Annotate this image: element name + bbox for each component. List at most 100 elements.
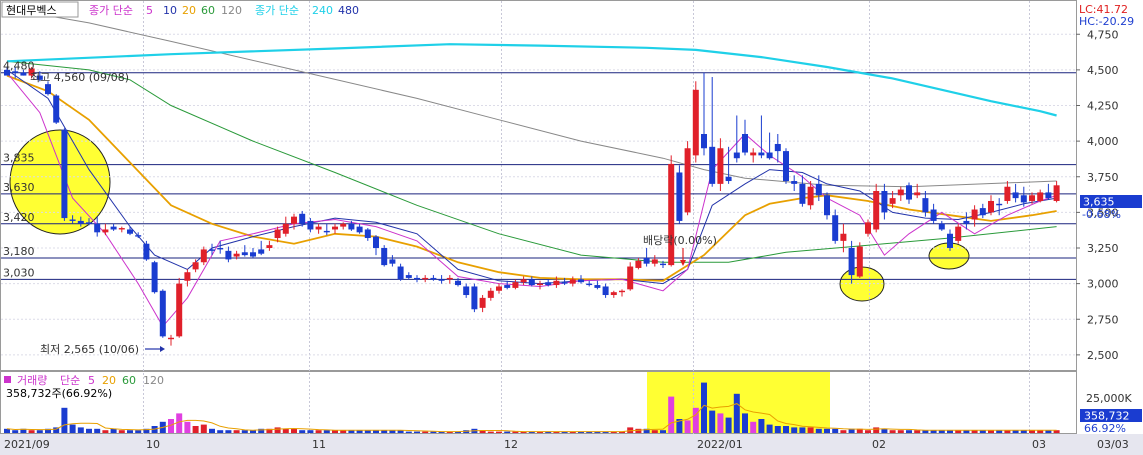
candle-body (299, 213, 306, 224)
high-annotation: 최고 4,560 (09/08) (30, 71, 129, 84)
volume-bar (692, 407, 699, 433)
volume-bar (881, 428, 888, 433)
volume-bar (824, 428, 830, 433)
candle-body (1045, 192, 1052, 199)
candle-body (496, 286, 502, 291)
candle-body (364, 229, 371, 239)
candle-body (848, 248, 855, 276)
candle-body (94, 223, 101, 233)
candle-body (504, 285, 511, 288)
volume-bar (28, 430, 35, 433)
volume-bar (12, 430, 19, 433)
date-label-12: 12 (504, 438, 518, 451)
volume-bar (118, 430, 125, 433)
candle-body (865, 222, 871, 234)
ma-period-10: 10 (163, 4, 177, 17)
volume-bar (200, 424, 207, 433)
candle-body (389, 259, 396, 264)
candle-body (537, 283, 543, 286)
volume-bar (914, 430, 921, 433)
volume-bar (504, 431, 511, 433)
candle-body (635, 260, 642, 268)
candle-body (520, 279, 527, 283)
candle-body (438, 279, 445, 281)
volume-bar (135, 430, 142, 433)
candle-body (692, 89, 699, 156)
candle-body (1004, 186, 1011, 201)
candle-body (627, 266, 634, 290)
candle-body (651, 259, 658, 264)
candle-body (266, 245, 273, 248)
volume-current: 358,732주(66.92%) (6, 387, 112, 400)
volume-bar (791, 427, 798, 433)
candle-body (315, 226, 322, 230)
candle-body (979, 208, 986, 216)
date-label-11: 11 (312, 438, 326, 451)
volume-bar (184, 421, 191, 433)
current-change: -0.68% (1082, 208, 1121, 221)
volume-bar (725, 417, 732, 433)
candle-body (332, 226, 338, 230)
volume-bar (709, 410, 716, 433)
date-label-02: 02 (872, 438, 886, 451)
volume-bar (241, 430, 248, 433)
volume-bar (742, 413, 748, 433)
candle-body (610, 292, 617, 296)
volume-bar (897, 430, 904, 433)
volume-bar (651, 430, 658, 433)
candle-body (487, 290, 494, 298)
candle-body (209, 249, 215, 251)
candle-body (660, 263, 666, 266)
candle-body (938, 223, 945, 230)
volume-bar (766, 424, 773, 433)
candle-body (528, 279, 535, 286)
ma-period-480: 480 (338, 4, 359, 17)
candle-body (873, 191, 880, 230)
candle-body (405, 275, 412, 278)
candle-body (241, 252, 248, 256)
candle-body (414, 277, 420, 280)
candle-body (143, 243, 150, 260)
candle-body (701, 134, 707, 149)
candle-body (53, 95, 60, 123)
ma-period-60: 60 (201, 4, 215, 17)
candle-body (340, 223, 347, 227)
candle-body (676, 172, 683, 221)
candle-body (684, 148, 691, 213)
volume-bar (274, 427, 281, 433)
candle-body (463, 286, 470, 296)
candle-body (291, 216, 297, 224)
volume-bar (69, 424, 76, 433)
ma-period-5: 5 (146, 4, 153, 17)
volume-bar (733, 393, 740, 433)
ma-period-20: 20 (182, 4, 196, 17)
volume-bar (192, 426, 199, 433)
stock-chart: 4,7504,5004,2504,0003,7503,5003,2503,000… (0, 0, 1143, 455)
candle-body (988, 200, 994, 213)
candle-body (742, 134, 748, 153)
left-level-label: 3,835 (3, 152, 35, 165)
candle-body (709, 146, 716, 184)
candle-body (135, 235, 142, 237)
price-tick-label: 3,250 (1087, 242, 1119, 255)
candle-body (725, 176, 732, 182)
volume-ma-60: 60 (122, 374, 136, 387)
candle-body (512, 282, 519, 288)
left-level-label: 3,180 (3, 245, 35, 258)
volume-bar (873, 427, 880, 433)
volume-bar (906, 430, 912, 433)
candle-body (225, 250, 232, 260)
left-level-label: 3,030 (3, 266, 35, 279)
candle-body (258, 249, 265, 254)
candle-body (897, 189, 904, 196)
date-label-2021-09: 2021/09 (4, 438, 50, 451)
volume-bar (815, 428, 822, 433)
candle-body (668, 163, 675, 266)
candle-body (947, 233, 953, 248)
price-tick-label: 4,750 (1087, 28, 1119, 41)
candle-body (250, 252, 256, 257)
candle-body (774, 143, 781, 152)
candle-body (86, 222, 92, 224)
stock-name: 현대무벡스 (6, 4, 57, 17)
volume-box-value: 358,732 (1084, 410, 1130, 423)
